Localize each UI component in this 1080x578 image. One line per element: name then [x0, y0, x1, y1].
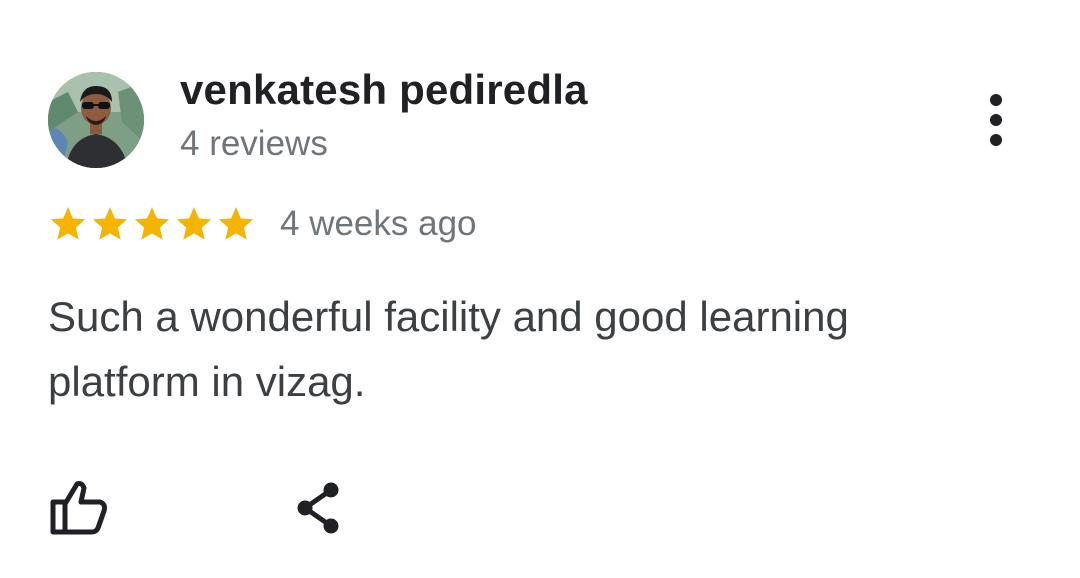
- author-name[interactable]: venkatesh pediredla: [180, 66, 588, 114]
- star-icon: [218, 207, 254, 240]
- more-vert-icon-dot: [990, 114, 1002, 126]
- review-date: 4 weeks ago: [280, 204, 477, 243]
- rating-row: 4 weeks ago: [48, 200, 477, 248]
- share-icon: [297, 482, 339, 534]
- thumbs-up-icon: [50, 481, 107, 535]
- star-rating: [48, 204, 256, 244]
- review-text: Such a wonderful facility and good learn…: [48, 293, 849, 405]
- review-count[interactable]: 4 reviews: [180, 124, 328, 164]
- avatar-photo: [48, 72, 144, 168]
- like-button[interactable]: [48, 478, 110, 538]
- more-options-button[interactable]: [970, 88, 1022, 152]
- more-vert-icon-dot: [990, 134, 1002, 146]
- avatar[interactable]: [48, 72, 144, 168]
- star-icon: [92, 207, 128, 240]
- share-button[interactable]: [288, 478, 350, 538]
- review-card: venkatesh pediredla 4 reviews 4 weeks ag…: [0, 0, 1080, 578]
- star-icon: [176, 207, 212, 240]
- review-actions: [48, 478, 350, 538]
- star-icon: [134, 207, 170, 240]
- more-vert-icon: [990, 94, 1002, 106]
- star-icon: [50, 207, 86, 240]
